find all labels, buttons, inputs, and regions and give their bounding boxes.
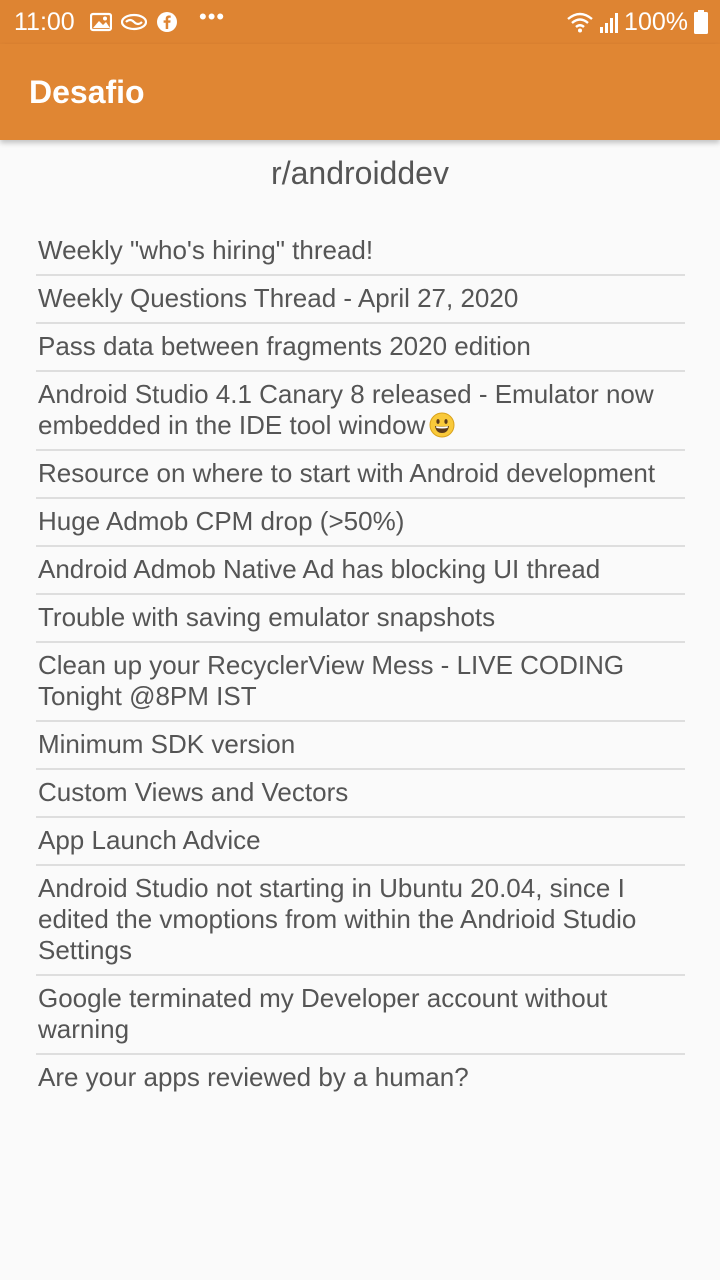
- post-title: Weekly "who's hiring" thread!: [38, 235, 374, 265]
- post-title: Google terminated my Developer account w…: [38, 983, 608, 1044]
- post-item[interactable]: Android Admob Native Ad has blocking UI …: [36, 547, 685, 595]
- post-title: Resource on where to start with Android …: [38, 458, 656, 488]
- facebook-icon: [156, 11, 178, 33]
- post-title: Are your apps reviewed by a human?: [38, 1062, 469, 1092]
- post-item[interactable]: Android Studio not starting in Ubuntu 20…: [36, 866, 685, 976]
- notification-icons: •••: [90, 4, 226, 35]
- post-item[interactable]: Pass data between fragments 2020 edition: [36, 324, 685, 372]
- post-title: Weekly Questions Thread - April 27, 2020: [38, 283, 519, 313]
- post-title: Huge Admob CPM drop (>50%): [38, 506, 405, 536]
- subreddit-title: r/androiddev: [271, 155, 449, 191]
- wifi-icon: [566, 11, 594, 33]
- signal-icon: [600, 11, 619, 33]
- post-title: App Launch Advice: [38, 825, 261, 855]
- post-title: Android Admob Native Ad has blocking UI …: [38, 554, 601, 584]
- app-bar: Desafio: [0, 44, 720, 140]
- post-title: Custom Views and Vectors: [38, 777, 349, 807]
- post-item[interactable]: Android Studio 4.1 Canary 8 released - E…: [36, 372, 685, 451]
- post-title: Pass data between fragments 2020 edition: [38, 331, 531, 361]
- post-title: Minimum SDK version: [38, 729, 296, 759]
- post-item[interactable]: Clean up your RecyclerView Mess - LIVE C…: [36, 643, 685, 722]
- system-status: 100%: [566, 6, 708, 38]
- post-item[interactable]: Minimum SDK version: [36, 722, 685, 770]
- post-item[interactable]: Trouble with saving emulator snapshots: [36, 595, 685, 643]
- post-item[interactable]: Are your apps reviewed by a human?: [36, 1055, 685, 1101]
- handshake-icon: [121, 12, 147, 32]
- post-item[interactable]: Google terminated my Developer account w…: [36, 976, 685, 1055]
- post-item[interactable]: App Launch Advice: [36, 818, 685, 866]
- post-item[interactable]: Weekly "who's hiring" thread!: [36, 228, 685, 276]
- battery-percentage: 100%: [624, 8, 688, 36]
- post-item[interactable]: Resource on where to start with Android …: [36, 451, 685, 499]
- post-item[interactable]: Custom Views and Vectors: [36, 770, 685, 818]
- app-title: Desafio: [29, 74, 145, 110]
- status-bar: 11:00 ••• 100%: [0, 0, 720, 44]
- more-icon: •••: [199, 4, 226, 29]
- post-item[interactable]: Huge Admob CPM drop (>50%): [36, 499, 685, 547]
- gallery-icon: [90, 12, 112, 32]
- post-title: Android Studio 4.1 Canary 8 released - E…: [38, 379, 654, 440]
- grinning-face-icon: [429, 412, 455, 438]
- post-title: Android Studio not starting in Ubuntu 20…: [38, 873, 637, 965]
- battery-icon: [694, 10, 708, 34]
- post-item[interactable]: Weekly Questions Thread - April 27, 2020: [36, 276, 685, 324]
- status-time: 11:00: [14, 8, 75, 36]
- post-title: Trouble with saving emulator snapshots: [38, 602, 496, 632]
- post-list: Weekly "who's hiring" thread! Weekly Que…: [36, 228, 685, 1101]
- post-title: Clean up your RecyclerView Mess - LIVE C…: [38, 650, 625, 711]
